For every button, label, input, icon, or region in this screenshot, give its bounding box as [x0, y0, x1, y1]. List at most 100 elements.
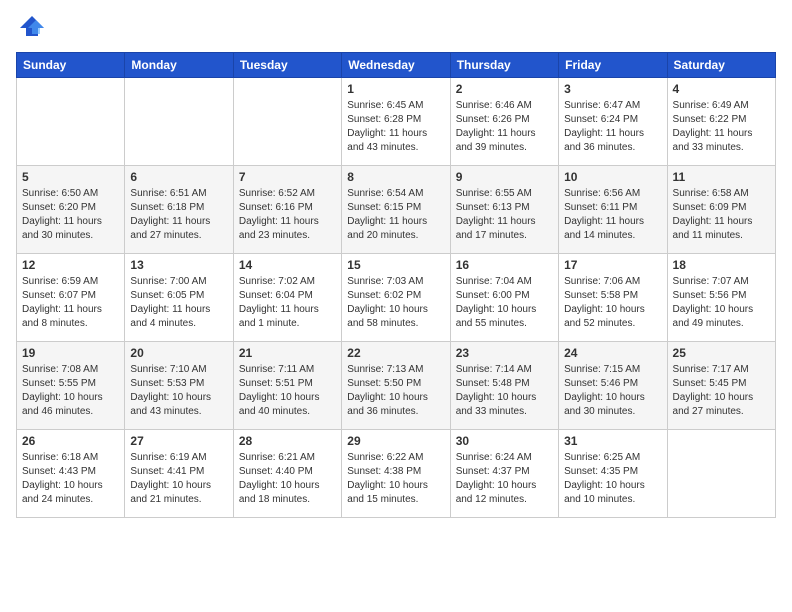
day-number: 8	[347, 170, 444, 184]
calendar-cell: 7 Sunrise: 6:52 AM Sunset: 6:16 PM Daylig…	[233, 166, 341, 254]
day-info: Sunrise: 7:13 AM Sunset: 5:50 PM Dayligh…	[347, 363, 444, 419]
calendar-body: 1 Sunrise: 6:45 AM Sunset: 6:28 PM Daylig…	[17, 78, 776, 518]
calendar-cell: 5 Sunrise: 6:50 AM Sunset: 6:20 PM Daylig…	[17, 166, 125, 254]
day-number: 17	[564, 258, 661, 272]
calendar-cell: 31 Sunrise: 6:25 AM Sunset: 4:35 PM Dayli…	[559, 430, 667, 518]
calendar-cell: 28 Sunrise: 6:21 AM Sunset: 4:40 PM Dayli…	[233, 430, 341, 518]
calendar-cell: 16 Sunrise: 7:04 AM Sunset: 6:00 PM Dayli…	[450, 254, 558, 342]
weekday-header: Tuesday	[233, 53, 341, 78]
calendar-cell: 23Sunrise: 7:14 AM Sunset: 5:48 PM Dayli…	[450, 342, 558, 430]
weekday-header: Friday	[559, 53, 667, 78]
calendar-cell: 27 Sunrise: 6:19 AM Sunset: 4:41 PM Dayli…	[125, 430, 233, 518]
day-info: Sunrise: 7:02 AM Sunset: 6:04 PM Dayligh…	[239, 275, 336, 331]
day-info: Sunrise: 7:06 AM Sunset: 5:58 PM Dayligh…	[564, 275, 661, 331]
weekday-header: Wednesday	[342, 53, 450, 78]
day-number: 13	[130, 258, 227, 272]
weekday-header: Thursday	[450, 53, 558, 78]
calendar-table: SundayMondayTuesdayWednesdayThursdayFrid…	[16, 52, 776, 518]
day-info: Sunrise: 6:52 AM Sunset: 6:16 PM Dayligh…	[239, 187, 336, 243]
day-number: 16	[456, 258, 553, 272]
page-header	[16, 16, 776, 40]
day-number: 22	[347, 346, 444, 360]
calendar-cell: 22 Sunrise: 7:13 AM Sunset: 5:50 PM Dayli…	[342, 342, 450, 430]
day-number: 24	[564, 346, 661, 360]
weekday-header: Sunday	[17, 53, 125, 78]
day-info: Sunrise: 6:22 AM Sunset: 4:38 PM Dayligh…	[347, 451, 444, 507]
day-number: 2	[456, 82, 553, 96]
day-number: 18	[673, 258, 770, 272]
day-number: 30	[456, 434, 553, 448]
day-info: Sunrise: 6:21 AM Sunset: 4:40 PM Dayligh…	[239, 451, 336, 507]
calendar-header: SundayMondayTuesdayWednesdayThursdayFrid…	[17, 53, 776, 78]
calendar-week-row: 26 Sunrise: 6:18 AM Sunset: 4:43 PM Dayli…	[17, 430, 776, 518]
day-number: 4	[673, 82, 770, 96]
calendar-cell: 24 Sunrise: 7:15 AM Sunset: 5:46 PM Dayli…	[559, 342, 667, 430]
calendar-cell: 19 Sunrise: 7:08 AM Sunset: 5:55 PM Dayli…	[17, 342, 125, 430]
day-info: Sunrise: 7:15 AM Sunset: 5:46 PM Dayligh…	[564, 363, 661, 419]
day-info: Sunrise: 6:54 AM Sunset: 6:15 PM Dayligh…	[347, 187, 444, 243]
calendar-week-row: 19 Sunrise: 7:08 AM Sunset: 5:55 PM Dayli…	[17, 342, 776, 430]
calendar-cell: 12 Sunrise: 6:59 AM Sunset: 6:07 PM Dayli…	[17, 254, 125, 342]
day-number: 27	[130, 434, 227, 448]
calendar-cell: 3Sunrise: 6:47 AM Sunset: 6:24 PM Daylig…	[559, 78, 667, 166]
day-number: 1	[347, 82, 444, 96]
logo-icon	[18, 14, 46, 38]
calendar-cell: 15Sunrise: 7:03 AM Sunset: 6:02 PM Dayli…	[342, 254, 450, 342]
day-info: Sunrise: 6:19 AM Sunset: 4:41 PM Dayligh…	[130, 451, 227, 507]
day-info: Sunrise: 7:08 AM Sunset: 5:55 PM Dayligh…	[22, 363, 119, 419]
day-number: 9	[456, 170, 553, 184]
day-number: 21	[239, 346, 336, 360]
day-number: 14	[239, 258, 336, 272]
calendar-cell: 11Sunrise: 6:58 AM Sunset: 6:09 PM Dayli…	[667, 166, 775, 254]
day-info: Sunrise: 7:04 AM Sunset: 6:00 PM Dayligh…	[456, 275, 553, 331]
calendar-cell: 25 Sunrise: 7:17 AM Sunset: 5:45 PM Dayli…	[667, 342, 775, 430]
day-info: Sunrise: 6:18 AM Sunset: 4:43 PM Dayligh…	[22, 451, 119, 507]
calendar-cell: 1 Sunrise: 6:45 AM Sunset: 6:28 PM Daylig…	[342, 78, 450, 166]
day-number: 10	[564, 170, 661, 184]
day-info: Sunrise: 7:14 AM Sunset: 5:48 PM Dayligh…	[456, 363, 553, 419]
calendar-cell: 8 Sunrise: 6:54 AM Sunset: 6:15 PM Daylig…	[342, 166, 450, 254]
calendar-cell	[233, 78, 341, 166]
day-number: 19	[22, 346, 119, 360]
day-number: 29	[347, 434, 444, 448]
calendar-cell: 10 Sunrise: 6:56 AM Sunset: 6:11 PM Dayli…	[559, 166, 667, 254]
day-info: Sunrise: 7:03 AM Sunset: 6:02 PM Dayligh…	[347, 275, 444, 331]
day-info: Sunrise: 7:00 AM Sunset: 6:05 PM Dayligh…	[130, 275, 227, 331]
calendar-cell	[125, 78, 233, 166]
calendar-week-row: 1 Sunrise: 6:45 AM Sunset: 6:28 PM Daylig…	[17, 78, 776, 166]
day-info: Sunrise: 7:10 AM Sunset: 5:53 PM Dayligh…	[130, 363, 227, 419]
weekday-row: SundayMondayTuesdayWednesdayThursdayFrid…	[17, 53, 776, 78]
calendar-cell: 13 Sunrise: 7:00 AM Sunset: 6:05 PM Dayli…	[125, 254, 233, 342]
weekday-header: Monday	[125, 53, 233, 78]
day-number: 7	[239, 170, 336, 184]
day-info: Sunrise: 7:17 AM Sunset: 5:45 PM Dayligh…	[673, 363, 770, 419]
day-number: 25	[673, 346, 770, 360]
calendar-week-row: 5 Sunrise: 6:50 AM Sunset: 6:20 PM Daylig…	[17, 166, 776, 254]
day-number: 6	[130, 170, 227, 184]
calendar-cell: 9Sunrise: 6:55 AM Sunset: 6:13 PM Daylig…	[450, 166, 558, 254]
logo	[16, 16, 46, 40]
calendar-cell: 18Sunrise: 7:07 AM Sunset: 5:56 PM Dayli…	[667, 254, 775, 342]
day-info: Sunrise: 6:59 AM Sunset: 6:07 PM Dayligh…	[22, 275, 119, 331]
calendar-cell	[17, 78, 125, 166]
day-info: Sunrise: 6:47 AM Sunset: 6:24 PM Dayligh…	[564, 99, 661, 155]
day-number: 11	[673, 170, 770, 184]
day-number: 31	[564, 434, 661, 448]
day-number: 28	[239, 434, 336, 448]
day-number: 26	[22, 434, 119, 448]
day-info: Sunrise: 6:56 AM Sunset: 6:11 PM Dayligh…	[564, 187, 661, 243]
calendar-cell: 20Sunrise: 7:10 AM Sunset: 5:53 PM Dayli…	[125, 342, 233, 430]
day-info: Sunrise: 6:24 AM Sunset: 4:37 PM Dayligh…	[456, 451, 553, 507]
day-number: 12	[22, 258, 119, 272]
calendar-cell: 4 Sunrise: 6:49 AM Sunset: 6:22 PM Daylig…	[667, 78, 775, 166]
day-info: Sunrise: 6:25 AM Sunset: 4:35 PM Dayligh…	[564, 451, 661, 507]
calendar-cell: 14 Sunrise: 7:02 AM Sunset: 6:04 PM Dayli…	[233, 254, 341, 342]
calendar-cell: 2Sunrise: 6:46 AM Sunset: 6:26 PM Daylig…	[450, 78, 558, 166]
calendar-cell: 21Sunrise: 7:11 AM Sunset: 5:51 PM Dayli…	[233, 342, 341, 430]
day-info: Sunrise: 6:50 AM Sunset: 6:20 PM Dayligh…	[22, 187, 119, 243]
day-info: Sunrise: 6:49 AM Sunset: 6:22 PM Dayligh…	[673, 99, 770, 155]
calendar-cell: 26 Sunrise: 6:18 AM Sunset: 4:43 PM Dayli…	[17, 430, 125, 518]
day-number: 5	[22, 170, 119, 184]
day-info: Sunrise: 6:45 AM Sunset: 6:28 PM Dayligh…	[347, 99, 444, 155]
calendar-cell: 17 Sunrise: 7:06 AM Sunset: 5:58 PM Dayli…	[559, 254, 667, 342]
